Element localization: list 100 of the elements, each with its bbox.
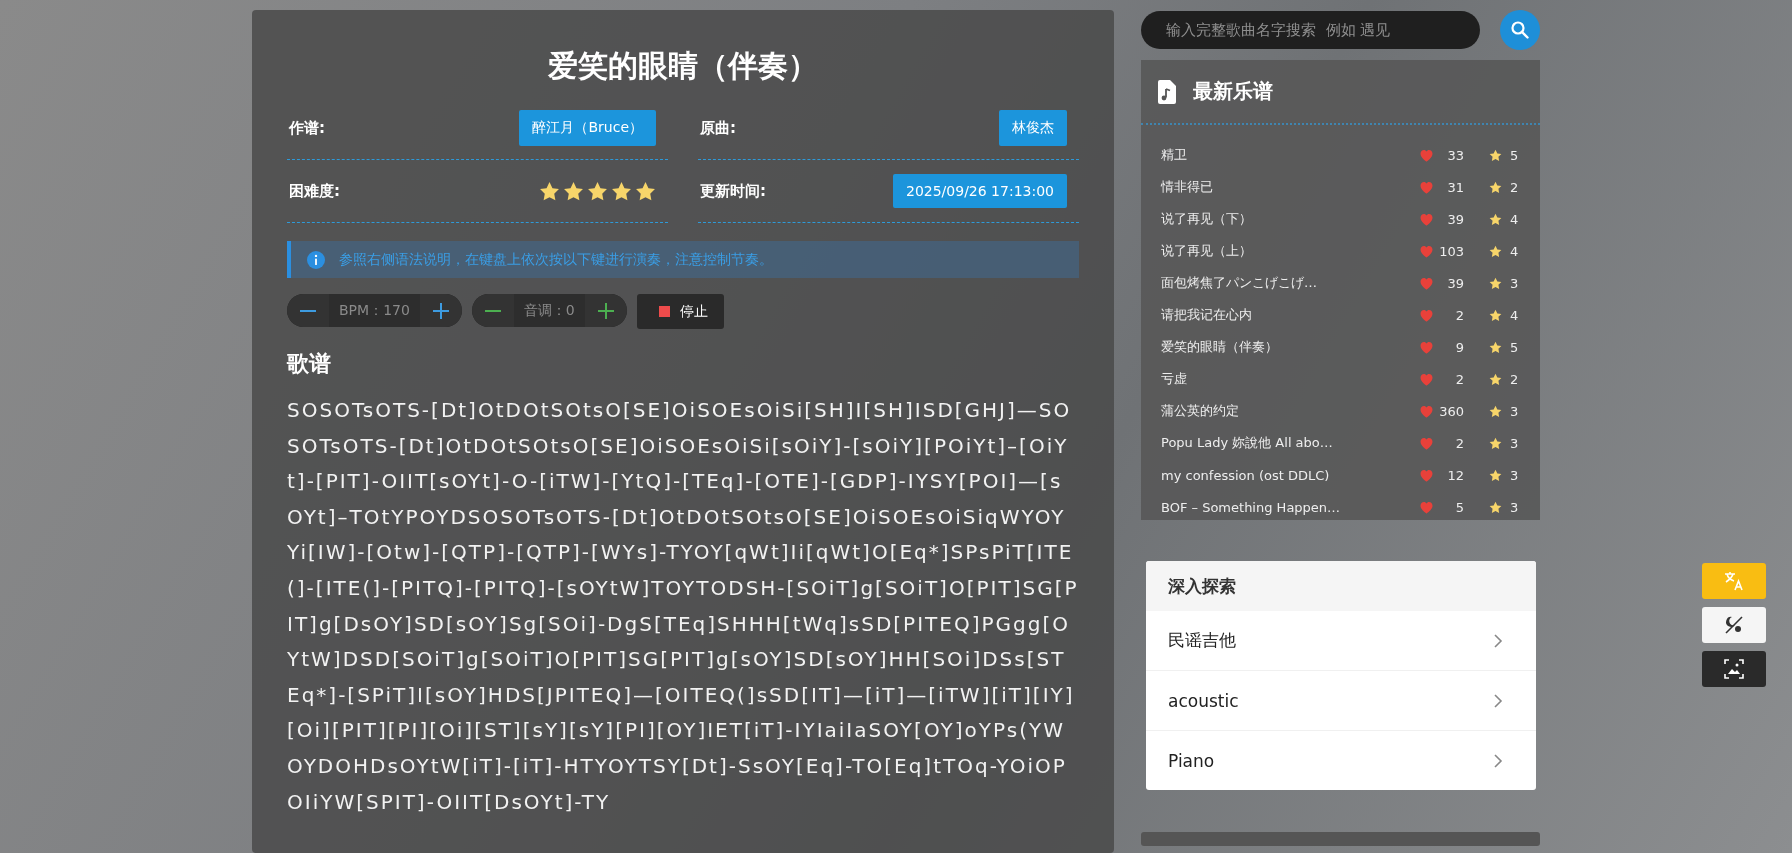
- stepper-value: 音调：0: [513, 294, 585, 327]
- field-label: 困难度:: [289, 181, 340, 201]
- heart-icon: [1419, 147, 1434, 163]
- minus-button[interactable]: [471, 294, 514, 327]
- tag-value[interactable]: 醉江月（Bruce）: [519, 110, 656, 146]
- chevron-right-icon: [1493, 752, 1503, 769]
- plus-button[interactable]: [419, 294, 462, 327]
- rating-value: 5: [1510, 147, 1519, 163]
- heart-icon: [1419, 307, 1434, 323]
- like-count: 103: [1438, 243, 1464, 259]
- heart-icon: [1419, 435, 1434, 451]
- star-icon: [1489, 404, 1502, 418]
- rating-value: 4: [1510, 243, 1519, 259]
- like-count: 360: [1438, 403, 1464, 419]
- field-label: 更新时间:: [700, 181, 766, 201]
- like-count: 39: [1446, 275, 1464, 291]
- theme-button[interactable]: [1702, 607, 1766, 643]
- rating-value: 2: [1510, 179, 1519, 195]
- song-link[interactable]: 说了再见（上）: [1161, 242, 1419, 260]
- translate-icon: [1723, 570, 1745, 592]
- like-count: 5: [1454, 499, 1464, 515]
- rating-value: 3: [1510, 499, 1519, 515]
- screenshot-button[interactable]: [1702, 651, 1766, 687]
- explore-link[interactable]: Piano: [1146, 731, 1536, 790]
- song-link[interactable]: 面包烤焦了パンこげこげ…: [1161, 274, 1419, 292]
- info-text: 参照右侧语法说明，在键盘上依次按以下键进行演奏，注意控制节奏。: [339, 250, 773, 269]
- like-count: 39: [1446, 211, 1464, 227]
- sheet-notation: SOSOTsOTS-[Dt]OtDOtSOtsO[SE]OiSOEsOiSi[SH]I[SH]ISD[GHJ]—SOSOTsOTS-[Dt]OtDOtSOtsO[SE]OiSOEsOiSi[sOiY]-[sOiY][POiYt]–[OiYt]-[PIT]-OIIT[sOYt]-O-[iTW]-[YtQ]-[TEq]-[OTE]-[GDP]-IYSY[POI]—[sOYt]–TOtYPOYDSOSOTsOTS-[Dt]OtDOtSOtsO[SE]OiSOEsOiSiqWYOYYi[IW]-[Otw]-[QTP]-[QTP]-[WYs]-TYOY[qWt]Ii[qWt]O[Eq*]SPsPiT[ITE(]-[ITE(]-[PITQ]-[PITQ]-[sOYtW]TOYTODSH-[SOiT]g[SOiT]O[PIT]SG[PIT]g[DsOY]SD[sOY]Sg[SOi]-DgS[TEq]SHHH[tWq]sSD[PITEQ]PGgg[OYtW]DSD[SOiT]g[SOiT]O[PIT]SG[PIT]g[sOY]SD[sOY]HH[SOi]DSs[STEq*]-[SPiT]I[sOY]HDS[JPITEQ]—[OITEQ(]sSD[IT]—[iT]—[iTW][iT][IY][Oi][PIT][PI][Oi][ST][sY][sY][PI][OY]IET[iT]-IYIaiIaSOY[OY]oYPs(YWOYDOHDsOYtW[iT]-[iT]-HTYOYTSY[Dt]-SsOY[Eq]-TO[Eq]tTOq-YOiOPOIiYW[SPIT]-OIIT[DsOYt]-TY: [287, 397, 1079, 816]
- song-link[interactable]: my confession (ost DDLC): [1161, 467, 1419, 483]
- info-icon: [307, 250, 325, 269]
- stepper-value: BPM：170: [329, 294, 420, 327]
- star-icon: [611, 180, 632, 202]
- rating-value: 3: [1510, 467, 1519, 483]
- moon-sun-icon: [1723, 614, 1745, 636]
- section-heading: 歌谱: [287, 350, 332, 378]
- music-file-icon: [1158, 79, 1176, 104]
- star-icon: [1489, 468, 1502, 482]
- heart-icon: [1419, 339, 1434, 355]
- rating-value: 3: [1510, 275, 1519, 291]
- heart-icon: [1419, 243, 1434, 259]
- tag-value[interactable]: 林俊杰: [999, 110, 1067, 146]
- star-icon: [563, 180, 584, 202]
- chevron-right-icon: [1493, 632, 1503, 649]
- search-icon: [1510, 20, 1530, 40]
- like-count: 33: [1446, 147, 1464, 163]
- song-link[interactable]: Popu Lady 妳說他 All abo…: [1161, 434, 1419, 452]
- star-icon: [1489, 372, 1502, 386]
- song-link[interactable]: 请把我记在心内: [1161, 306, 1419, 324]
- song-link[interactable]: 蒲公英的约定: [1161, 402, 1419, 420]
- heart-icon: [1419, 467, 1434, 483]
- stop-button[interactable]: 停止: [636, 294, 724, 329]
- like-count: 2: [1454, 307, 1464, 323]
- rating-value: 4: [1510, 211, 1519, 227]
- rating-value: 5: [1510, 339, 1519, 355]
- song-link[interactable]: 精卫: [1161, 146, 1419, 164]
- star-icon: [1489, 500, 1502, 514]
- explore-link[interactable]: 民谣吉他: [1146, 611, 1536, 671]
- star-icon: [1489, 244, 1502, 258]
- star-icon: [635, 180, 656, 202]
- like-count: 2: [1454, 371, 1464, 387]
- song-title: 爱笑的眼睛（伴奏）: [547, 47, 819, 85]
- star-icon: [1489, 212, 1502, 226]
- song-link[interactable]: 说了再见（下）: [1161, 210, 1419, 228]
- heart-icon: [1419, 211, 1434, 227]
- heart-icon: [1419, 179, 1434, 195]
- rating-value: 3: [1510, 403, 1519, 419]
- field-label: 原曲:: [700, 118, 736, 138]
- search-field[interactable]: 输入完整歌曲名字搜索 例如 遇见: [1141, 11, 1480, 49]
- heart-icon: [1419, 499, 1434, 515]
- star-icon: [1489, 436, 1502, 450]
- song-link[interactable]: 情非得已: [1161, 178, 1419, 196]
- heart-icon: [1419, 275, 1434, 291]
- like-count: 31: [1446, 179, 1464, 195]
- card-title: 深入探索: [1146, 561, 1536, 611]
- heart-icon: [1419, 403, 1434, 419]
- song-link[interactable]: 爱笑的眼睛（伴奏）: [1161, 338, 1419, 356]
- star-icon: [1489, 180, 1502, 194]
- chevron-right-icon: [1493, 692, 1503, 709]
- rating-value: 4: [1510, 307, 1519, 323]
- explore-link[interactable]: acoustic: [1146, 671, 1536, 731]
- minus-button[interactable]: [287, 294, 329, 327]
- star-icon: [539, 180, 560, 202]
- tag-value[interactable]: 2025/09/26 17:13:00: [892, 174, 1067, 208]
- plus-button[interactable]: [584, 294, 627, 327]
- field-label: 作谱:: [289, 118, 325, 138]
- star-icon: [1489, 276, 1502, 290]
- star-icon: [1489, 148, 1502, 162]
- star-icon: [1489, 340, 1502, 354]
- like-count: 12: [1446, 467, 1464, 483]
- image-frame-icon: [1723, 658, 1745, 680]
- rating-value: 2: [1510, 371, 1519, 387]
- rating-value: 3: [1510, 435, 1519, 451]
- heart-icon: [1419, 371, 1434, 387]
- song-link[interactable]: 亏虚: [1161, 370, 1419, 388]
- like-count: 2: [1454, 435, 1464, 451]
- star-icon: [587, 180, 608, 202]
- star-icon: [1489, 308, 1502, 322]
- like-count: 9: [1454, 339, 1464, 355]
- panel-title: 最新乐谱: [1193, 78, 1273, 105]
- song-link[interactable]: BOF – Something Happen…: [1161, 499, 1419, 515]
